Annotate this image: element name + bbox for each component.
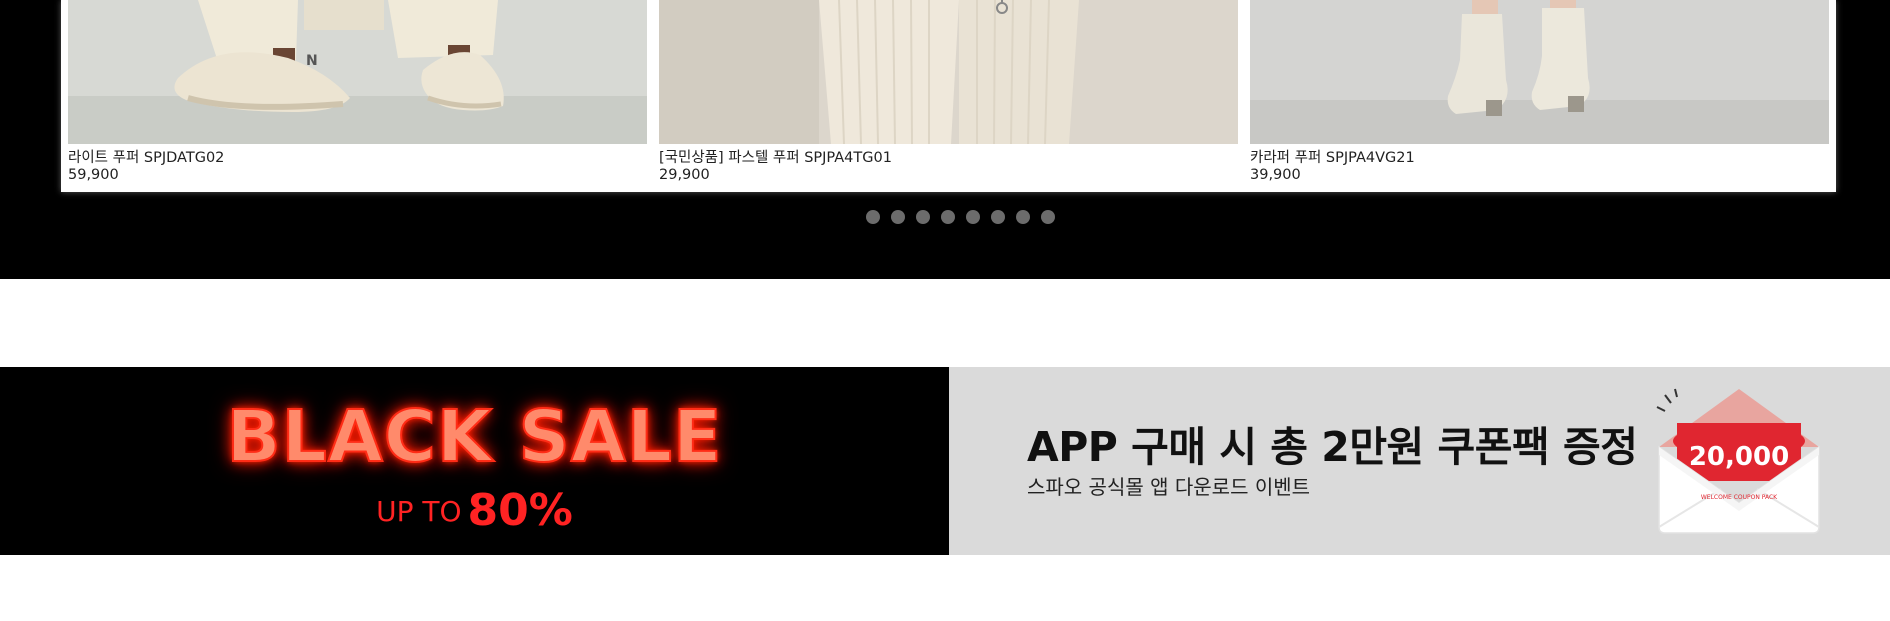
svg-text:N: N xyxy=(306,53,318,69)
coupon-caption: WELCOME COUPON PACK xyxy=(1701,494,1778,501)
discount-value: 80% xyxy=(467,485,573,536)
product-price: 59,900 xyxy=(68,167,119,183)
product-image[interactable] xyxy=(1250,0,1829,144)
app-coupon-banner[interactable]: APP 구매 시 총 2만원 쿠폰팩 증정 스파오 공식몰 앱 다운로드 이벤트… xyxy=(949,367,1890,555)
carousel-dot[interactable] xyxy=(1041,210,1055,224)
carousel-dot[interactable] xyxy=(916,210,930,224)
carousel-dot[interactable] xyxy=(866,210,880,224)
app-banner-title: APP 구매 시 총 2만원 쿠폰팩 증정 xyxy=(1027,423,1638,471)
product-card[interactable]: 카라퍼 푸퍼 SPJPA4VG21 39,900 xyxy=(1250,0,1829,192)
product-carousel-section: N 라이트 푸퍼 SPJDATG02 59,900 [국민상품] 파스텔 푸퍼 … xyxy=(0,0,1890,279)
product-price: 39,900 xyxy=(1250,167,1301,183)
product-name[interactable]: [국민상품] 파스텔 푸퍼 SPJPA4TG01 xyxy=(659,146,892,167)
product-card[interactable]: [국민상품] 파스텔 푸퍼 SPJPA4TG01 29,900 xyxy=(659,0,1238,192)
coupon-amount: 20,000 xyxy=(1689,442,1789,472)
carousel-dot[interactable] xyxy=(891,210,905,224)
product-image[interactable]: N xyxy=(68,0,647,144)
carousel-dot[interactable] xyxy=(1016,210,1030,224)
carousel-dot[interactable] xyxy=(941,210,955,224)
product-carousel: N 라이트 푸퍼 SPJDATG02 59,900 [국민상품] 파스텔 푸퍼 … xyxy=(61,0,1836,192)
carousel-dot[interactable] xyxy=(991,210,1005,224)
product-card[interactable]: N 라이트 푸퍼 SPJDATG02 59,900 xyxy=(68,0,647,192)
black-sale-title: BLACK SALE xyxy=(226,394,723,479)
app-banner-subtitle: 스파오 공식몰 앱 다운로드 이벤트 xyxy=(1027,475,1311,499)
black-sale-banner[interactable]: BLACK SALE UP TO 80% xyxy=(0,367,949,555)
product-name[interactable]: 라이트 푸퍼 SPJDATG02 xyxy=(68,146,224,167)
sale-discount: UP TO 80% xyxy=(0,485,949,536)
discount-prefix: UP TO xyxy=(376,495,462,528)
product-name[interactable]: 카라퍼 푸퍼 SPJPA4VG21 xyxy=(1250,146,1415,167)
product-price: 29,900 xyxy=(659,167,710,183)
carousel-dot[interactable] xyxy=(966,210,980,224)
product-image[interactable] xyxy=(659,0,1238,144)
coupon-envelope-icon: 20,000 WELCOME COUPON PACK xyxy=(1656,388,1820,534)
